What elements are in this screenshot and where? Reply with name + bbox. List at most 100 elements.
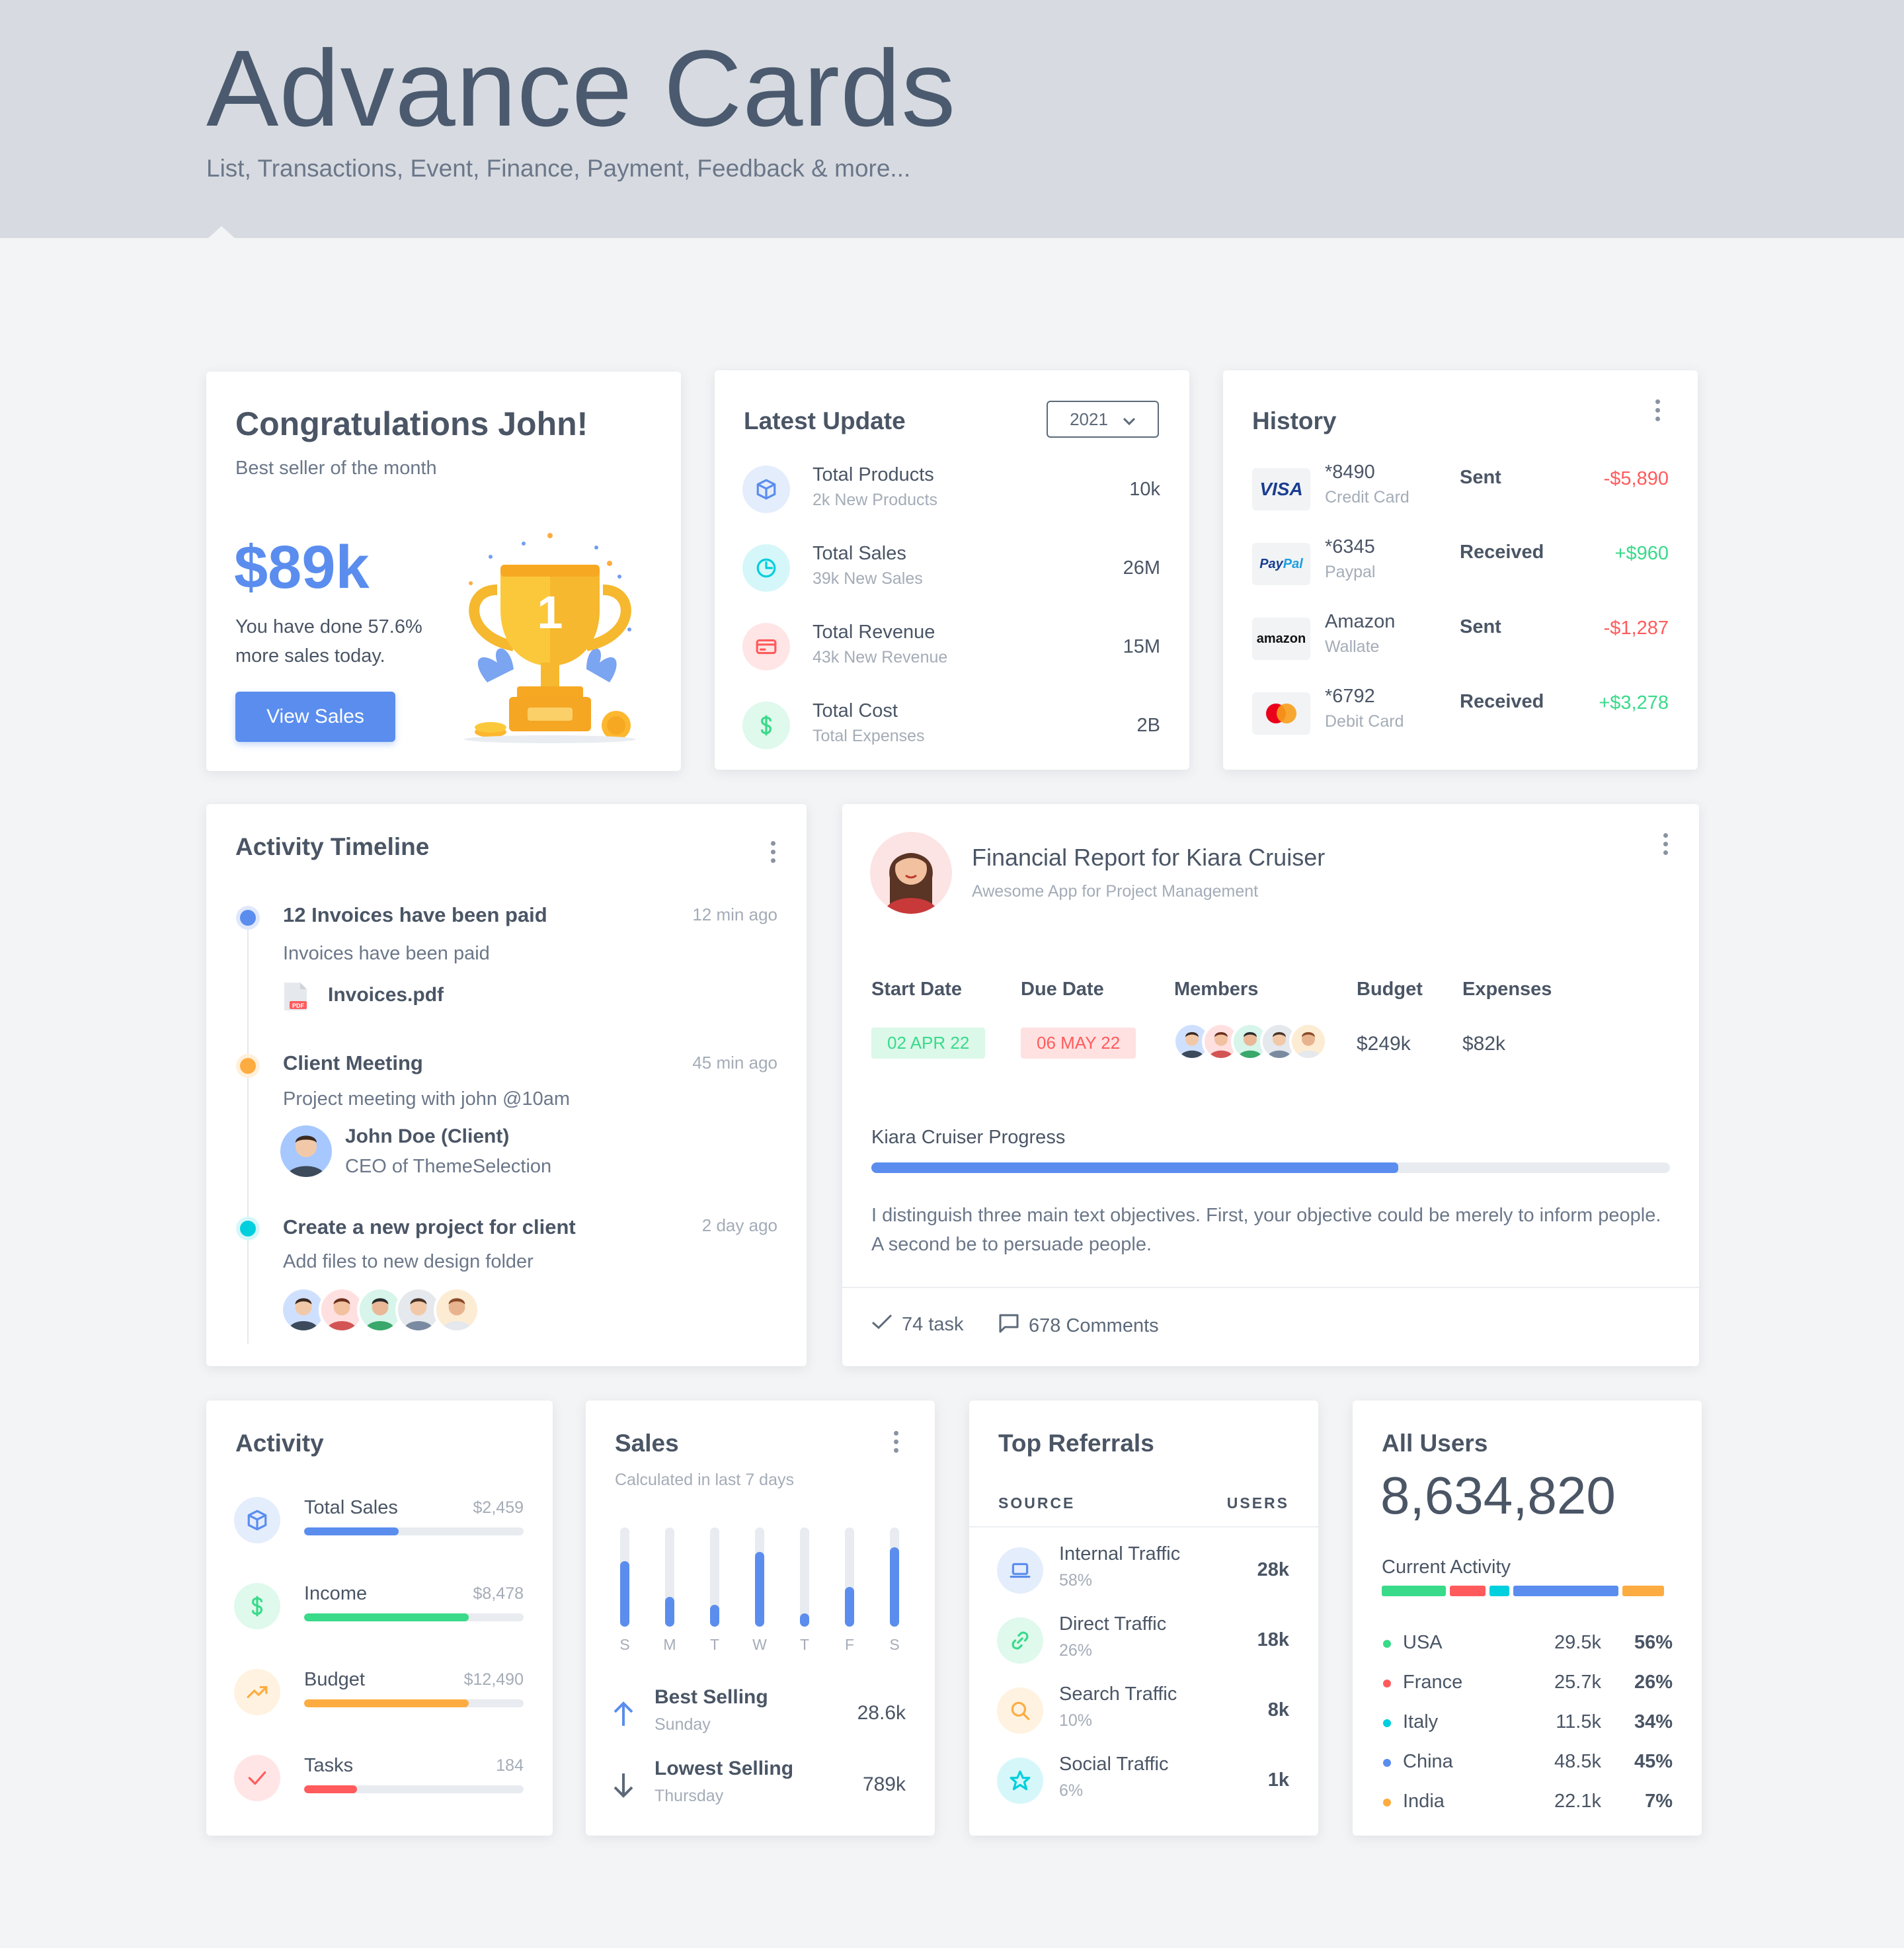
activity-label: Total Sales	[304, 1497, 398, 1518]
person-role: CEO of ThemeSelection	[345, 1156, 552, 1177]
members-header: Members	[1174, 979, 1259, 1000]
country-name: India	[1403, 1791, 1445, 1812]
more-options-icon[interactable]	[1653, 399, 1662, 421]
country-name: Italy	[1403, 1711, 1439, 1732]
country-dot	[1383, 1640, 1391, 1648]
page-title: Advance Cards	[206, 28, 957, 149]
activity-segment	[1489, 1586, 1509, 1596]
country-users: 29.5k	[1554, 1632, 1601, 1653]
account-number: *6792	[1325, 686, 1375, 707]
account-type: Paypal	[1325, 563, 1376, 581]
transaction-amount: +$3,278	[1599, 692, 1669, 713]
view-sales-button[interactable]: View Sales	[235, 692, 395, 742]
amazon-logo: amazon	[1252, 618, 1310, 660]
comments-label: 678 Comments	[1029, 1315, 1159, 1336]
country-name: China	[1403, 1751, 1453, 1772]
top-referrals-card: Top Referrals SOURCE USERS Internal Traf…	[969, 1400, 1318, 1836]
history-card: History VISA *8490 Credit Card Sent -$5,890 P…	[1223, 370, 1698, 770]
sales-bar	[845, 1587, 854, 1627]
account-number: Amazon	[1325, 611, 1396, 632]
more-options-icon[interactable]	[1661, 833, 1670, 855]
country-dot	[1383, 1799, 1391, 1806]
congratulations-card: Congratulations John! Best seller of the…	[206, 372, 681, 771]
trophy-illustration: 1	[464, 533, 636, 743]
card-title: Activity Timeline	[235, 833, 430, 860]
progress-label: Kiara Cruiser Progress	[871, 1127, 1066, 1148]
account-type: Debit Card	[1325, 712, 1404, 731]
more-options-icon[interactable]	[768, 841, 777, 863]
activity-label: Budget	[304, 1669, 365, 1690]
comment-icon	[998, 1313, 1019, 1338]
tasks-counter[interactable]: 74 task	[871, 1313, 964, 1336]
activity-timeline-card: Activity Timeline 12 Invoices have been …	[206, 804, 807, 1366]
transaction-amount: -$1,287	[1603, 618, 1669, 639]
avatar	[434, 1287, 480, 1333]
start-date-header: Start Date	[871, 979, 962, 1000]
update-label: Total Cost	[813, 700, 898, 721]
country-percent: 34%	[1634, 1711, 1673, 1732]
day-tick-label: T	[799, 1636, 810, 1653]
avatar	[280, 1125, 332, 1177]
cube-icon	[742, 466, 790, 513]
country-percent: 56%	[1634, 1632, 1673, 1653]
country-percent: 45%	[1634, 1751, 1673, 1772]
header-notch	[208, 226, 235, 238]
referral-percent: 26%	[1059, 1641, 1093, 1660]
activity-segment-bar	[1382, 1586, 1675, 1596]
activity-value: $12,490	[463, 1670, 524, 1689]
lowest-selling-label: Lowest Selling	[654, 1758, 794, 1779]
card-title: Latest Update	[744, 407, 906, 434]
expenses-value: $82k	[1462, 1033, 1506, 1055]
sales-bar	[890, 1547, 899, 1627]
country-dot	[1383, 1759, 1391, 1767]
due-date-badge: 06 MAY 22	[1021, 1028, 1136, 1059]
timeline-dot	[240, 1221, 256, 1237]
best-selling-day: Sunday	[654, 1715, 711, 1734]
member-avatar	[1289, 1022, 1328, 1061]
svg-text:PDF: PDF	[292, 1002, 305, 1009]
sales-amount: $89k	[234, 534, 370, 601]
page-subtitle: List, Transactions, Event, Finance, Paym…	[206, 155, 911, 182]
day-tick-label: F	[844, 1636, 855, 1653]
transaction-status: Sent	[1460, 467, 1501, 488]
referral-label: Internal Traffic	[1059, 1543, 1181, 1564]
file-link[interactable]: Invoices.pdf	[328, 984, 444, 1006]
country-users: 22.1k	[1554, 1791, 1601, 1812]
referral-label: Direct Traffic	[1059, 1613, 1167, 1635]
referral-users: 1k	[1267, 1769, 1289, 1791]
mastercard-logo	[1252, 692, 1310, 735]
referral-users: 8k	[1267, 1699, 1289, 1721]
sales-card: Sales Calculated in last 7 days SMTWTFS …	[586, 1400, 935, 1836]
avatar	[870, 832, 952, 914]
source-column-header: SOURCE	[998, 1494, 1076, 1512]
timeline-item-desc: Invoices have been paid	[283, 943, 490, 964]
sales-description-line1: You have done 57.6%	[235, 616, 422, 637]
arrow-up-icon	[612, 1701, 635, 1730]
year-dropdown[interactable]: 2021	[1047, 401, 1159, 438]
activity-label: Tasks	[304, 1755, 354, 1776]
activity-progress-bar	[304, 1613, 524, 1621]
referral-users: 28k	[1257, 1559, 1289, 1580]
account-type: Credit Card	[1325, 488, 1409, 507]
timeline-item-title: 12 Invoices have been paid	[283, 903, 547, 926]
timeline-item-time: 2 day ago	[701, 1215, 777, 1235]
comments-counter[interactable]: 678 Comments	[998, 1313, 1159, 1338]
more-options-icon[interactable]	[891, 1431, 900, 1453]
day-tick-label: T	[709, 1636, 720, 1653]
activity-segment	[1513, 1586, 1619, 1596]
country-dot	[1383, 1719, 1391, 1727]
update-sub: 39k New Sales	[813, 569, 923, 588]
total-users: 8,634,820	[1380, 1466, 1616, 1525]
card-title: History	[1252, 407, 1337, 434]
users-column-header: USERS	[1226, 1494, 1289, 1512]
progress-bar	[871, 1162, 1670, 1173]
sales-bar	[710, 1605, 719, 1627]
day-tick-label: S	[619, 1636, 630, 1653]
budget-header: Budget	[1357, 979, 1423, 1000]
trending-up-icon	[234, 1669, 280, 1715]
sales-bar	[620, 1561, 629, 1627]
timeline-item-time: 45 min ago	[692, 1053, 777, 1073]
sales-bar	[800, 1613, 809, 1627]
check-icon	[234, 1755, 280, 1801]
update-value: 2B	[1136, 715, 1160, 736]
